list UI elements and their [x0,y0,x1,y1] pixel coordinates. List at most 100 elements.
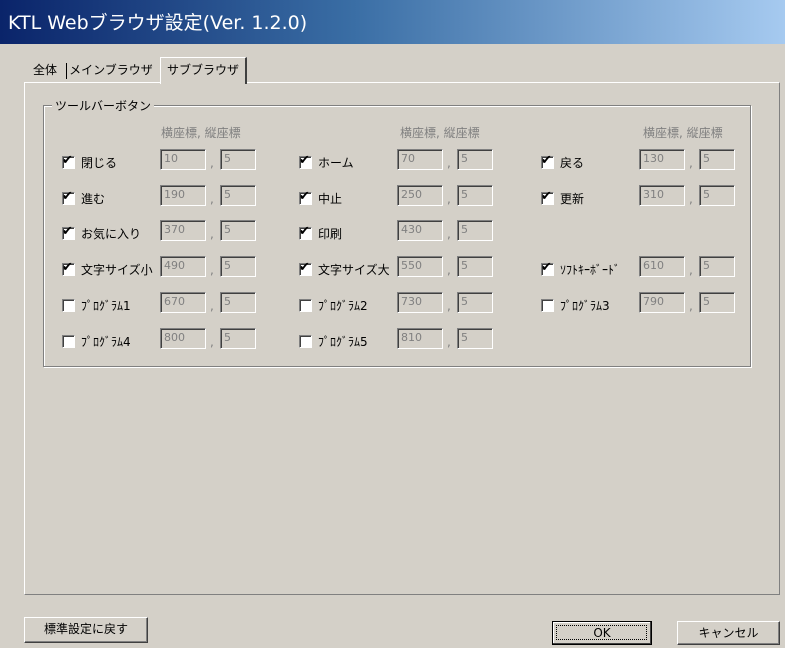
coordinate-separator: , [447,263,451,277]
coordinate-separator: , [447,335,451,349]
coordinate-separator: , [210,335,214,349]
coord-header-col2: 横座標, 縦座標 [400,126,480,140]
tab-general[interactable]: 全体 [26,59,64,81]
toolbar-item-checkbox[interactable] [299,335,312,348]
y-coordinate-field[interactable]: 5 [699,292,735,313]
y-coordinate-field[interactable]: 5 [220,149,256,170]
toolbar-item-label[interactable]: 戻る [560,154,584,171]
coordinate-separator: , [447,156,451,170]
title-bar[interactable]: KTL Webブラウザ設定(Ver. 1.2.0) [0,0,785,44]
x-coordinate-field[interactable]: 250 [397,185,443,206]
toolbar-item-label[interactable]: 更新 [560,190,584,207]
x-coordinate-field[interactable]: 790 [639,292,685,313]
window-title: KTL Webブラウザ設定(Ver. 1.2.0) [8,12,308,34]
coord-header-col3: 横座標, 縦座標 [643,126,723,140]
toolbar-item-checkbox[interactable]: ✔ [299,224,312,240]
toolbar-item-checkbox[interactable]: ✔ [299,153,312,169]
checkmark-icon: ✔ [62,189,73,204]
toolbar-item-label[interactable]: ﾌﾟﾛｸﾞﾗﾑ4 [81,333,131,350]
toolbar-item-checkbox[interactable] [62,299,75,312]
toolbar-item-label[interactable]: 文字サイズ小 [81,261,153,278]
toolbar-item-label[interactable]: ﾌﾟﾛｸﾞﾗﾑ3 [560,297,610,314]
ok-button[interactable]: OK [552,621,652,645]
toolbar-item-label[interactable]: ﾌﾟﾛｸﾞﾗﾑ2 [318,297,368,314]
toolbar-item-label[interactable]: 進む [81,190,105,207]
coordinate-separator: , [210,263,214,277]
coordinate-separator: , [689,299,693,313]
coordinate-separator: , [210,299,214,313]
coordinate-separator: , [210,192,214,206]
checkmark-icon: ✔ [62,260,73,275]
toolbar-item-checkbox[interactable]: ✔ [62,224,75,240]
y-coordinate-field[interactable]: 5 [699,256,735,277]
checkmark-icon: ✔ [299,224,310,239]
toolbar-item-checkbox[interactable] [299,299,312,312]
toolbar-item-label[interactable]: 中止 [318,190,342,207]
y-coordinate-field[interactable]: 5 [220,185,256,206]
x-coordinate-field[interactable]: 810 [397,328,443,349]
x-coordinate-field[interactable]: 670 [160,292,206,313]
checkmark-icon: ✔ [541,189,552,204]
toolbar-item-checkbox[interactable] [62,335,75,348]
x-coordinate-field[interactable]: 310 [639,185,685,206]
y-coordinate-field[interactable]: 5 [457,292,493,313]
x-coordinate-field[interactable]: 800 [160,328,206,349]
x-coordinate-field[interactable]: 430 [397,220,443,241]
toolbar-item-checkbox[interactable] [541,299,554,312]
y-coordinate-field[interactable]: 5 [220,328,256,349]
toolbar-item-label[interactable]: ﾌﾟﾛｸﾞﾗﾑ5 [318,333,368,350]
tab-panel-sub-browser: ツールバーボタン 横座標, 縦座標 横座標, 縦座標 横座標, 縦座標 ✔ 閉じる… [24,82,780,595]
checkmark-icon: ✔ [62,153,73,168]
y-coordinate-field[interactable]: 5 [699,149,735,170]
toolbar-item-checkbox[interactable]: ✔ [62,153,75,169]
coordinate-separator: , [689,192,693,206]
toolbar-item-checkbox[interactable]: ✔ [541,153,554,169]
y-coordinate-field[interactable]: 5 [457,220,493,241]
y-coordinate-field[interactable]: 5 [457,149,493,170]
toolbar-item-label[interactable]: 印刷 [318,225,342,242]
ok-label: OK [593,626,611,640]
coordinate-separator: , [689,263,693,277]
toolbar-item-label[interactable]: ｿﾌﾄｷｰﾎﾞｰﾄﾞ [560,261,620,278]
toolbar-item-label[interactable]: お気に入り [81,225,141,242]
checkmark-icon: ✔ [299,153,310,168]
checkmark-icon: ✔ [541,260,552,275]
x-coordinate-field[interactable]: 10 [160,149,206,170]
y-coordinate-field[interactable]: 5 [457,185,493,206]
x-coordinate-field[interactable]: 490 [160,256,206,277]
x-coordinate-field[interactable]: 550 [397,256,443,277]
tab-separator [66,63,67,79]
y-coordinate-field[interactable]: 5 [457,256,493,277]
toolbar-item-checkbox[interactable]: ✔ [62,189,75,205]
tab-main-browser[interactable]: メインブラウザ [69,59,153,81]
toolbar-item-label[interactable]: ホーム [318,154,354,171]
coordinate-separator: , [447,299,451,313]
x-coordinate-field[interactable]: 610 [639,256,685,277]
y-coordinate-field[interactable]: 5 [457,328,493,349]
x-coordinate-field[interactable]: 130 [639,149,685,170]
coordinate-separator: , [689,156,693,170]
y-coordinate-field[interactable]: 5 [699,185,735,206]
y-coordinate-field[interactable]: 5 [220,220,256,241]
checkmark-icon: ✔ [299,260,310,275]
x-coordinate-field[interactable]: 190 [160,185,206,206]
toolbar-item-checkbox[interactable]: ✔ [62,260,75,276]
tab-sub-browser[interactable]: サブブラウザ [160,57,247,84]
toolbar-item-label[interactable]: ﾌﾟﾛｸﾞﾗﾑ1 [81,297,131,314]
cancel-button[interactable]: キャンセル [677,621,780,645]
reset-defaults-button[interactable]: 標準設定に戻す [24,617,148,643]
x-coordinate-field[interactable]: 70 [397,149,443,170]
checkmark-icon: ✔ [62,224,73,239]
toolbar-item-checkbox[interactable]: ✔ [541,189,554,205]
coordinate-separator: , [210,227,214,241]
toolbar-item-label[interactable]: 閉じる [81,154,117,171]
x-coordinate-field[interactable]: 730 [397,292,443,313]
y-coordinate-field[interactable]: 5 [220,256,256,277]
y-coordinate-field[interactable]: 5 [220,292,256,313]
toolbar-item-label[interactable]: 文字サイズ大 [318,261,390,278]
toolbar-item-checkbox[interactable]: ✔ [299,189,312,205]
x-coordinate-field[interactable]: 370 [160,220,206,241]
toolbar-buttons-group: ツールバーボタン 横座標, 縦座標 横座標, 縦座標 横座標, 縦座標 ✔ 閉じる… [43,97,751,367]
toolbar-item-checkbox[interactable]: ✔ [299,260,312,276]
toolbar-item-checkbox[interactable]: ✔ [541,260,554,276]
